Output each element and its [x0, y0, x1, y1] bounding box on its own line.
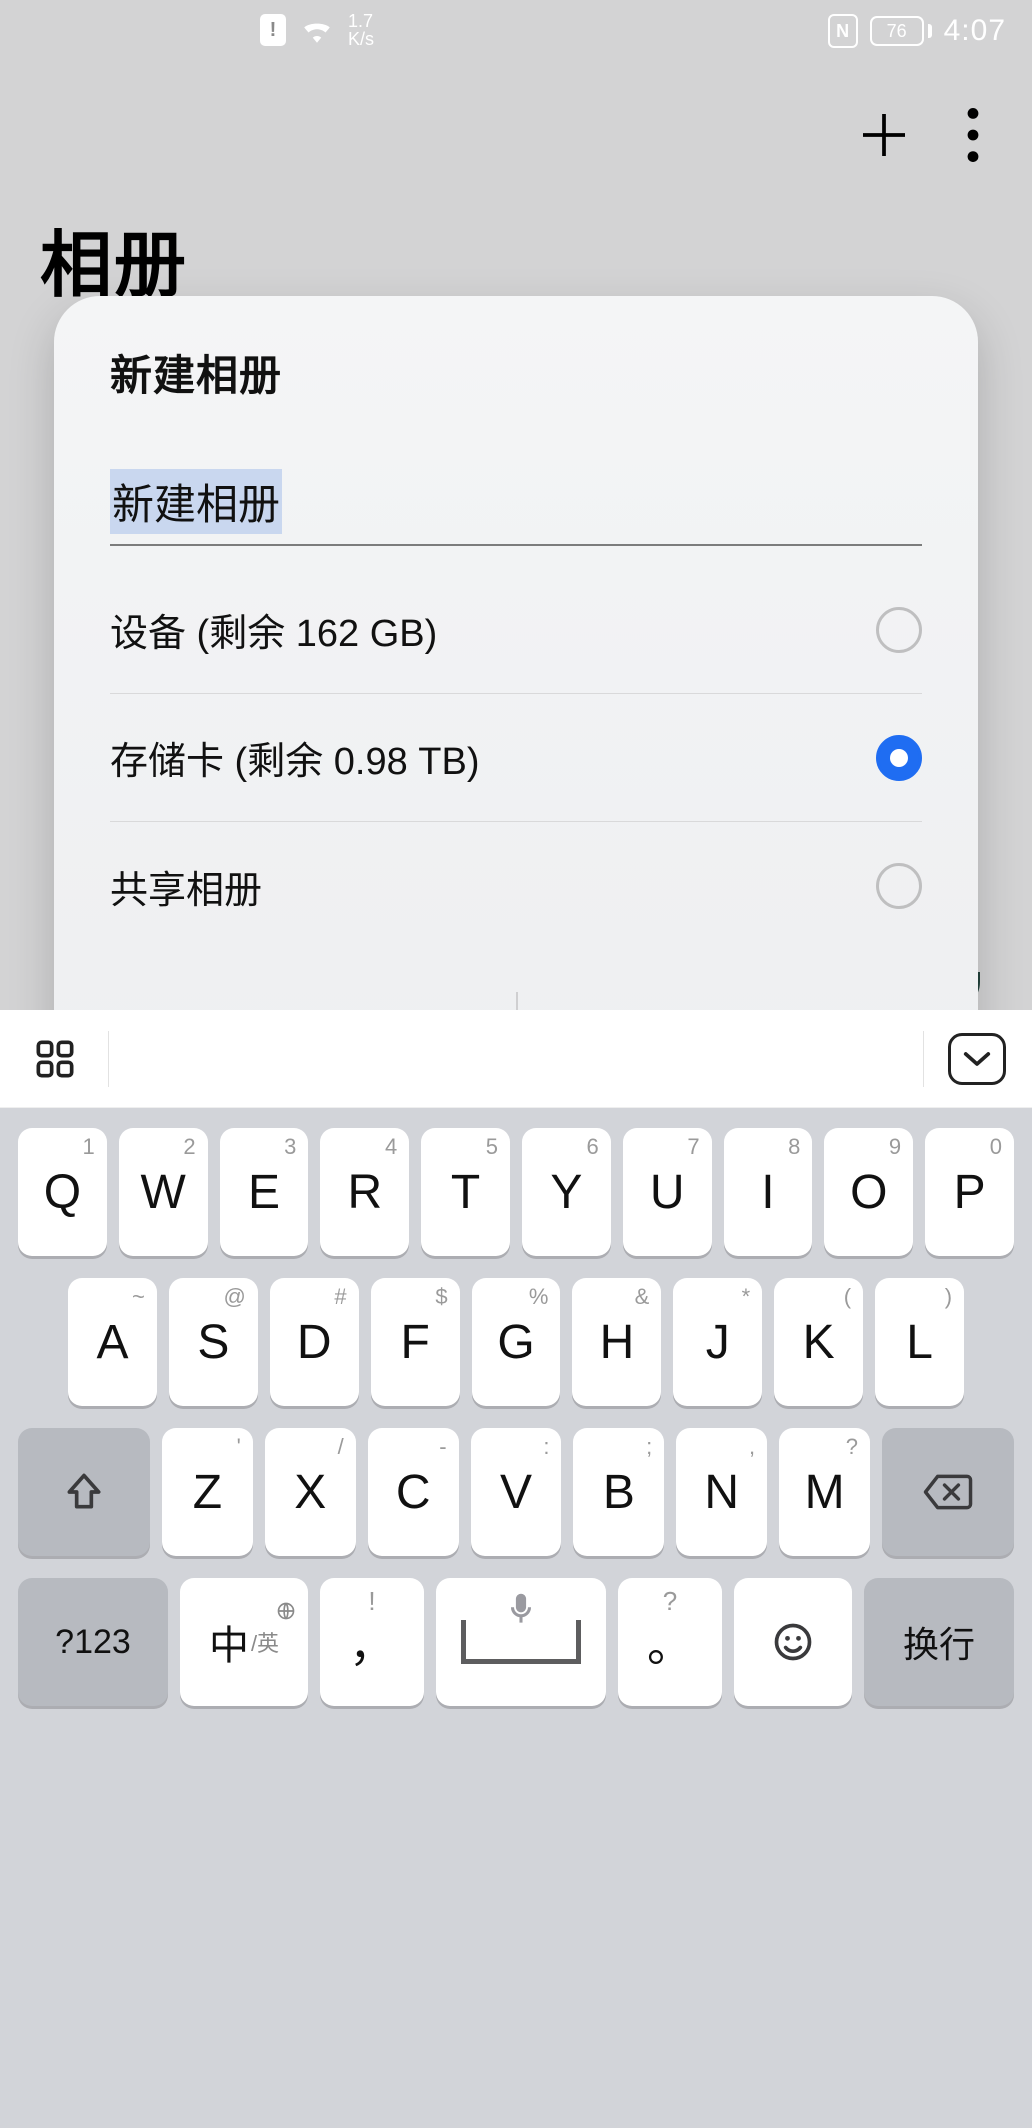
key-g[interactable]: %G: [472, 1278, 561, 1406]
key-h[interactable]: &H: [572, 1278, 661, 1406]
radio-checked-icon[interactable]: [876, 735, 922, 781]
symbols-mode-key[interactable]: ?123: [18, 1578, 168, 1706]
key-w[interactable]: 2W: [119, 1128, 208, 1256]
status-bar: ! 1.7K/s N 76 4:07: [0, 0, 1032, 64]
soft-keyboard: 1Q2W3E4R5T6Y7U8I9O0P ~A@S#D$F%G&H*J(K)L …: [0, 1010, 1032, 2128]
key-y[interactable]: 6Y: [522, 1128, 611, 1256]
key-b[interactable]: ;B: [573, 1428, 664, 1556]
radio-unchecked-icon[interactable]: [876, 607, 922, 653]
comma-key[interactable]: ! ，: [320, 1578, 424, 1706]
key-d[interactable]: #D: [270, 1278, 359, 1406]
backspace-key[interactable]: [882, 1428, 1014, 1556]
key-o[interactable]: 9O: [824, 1128, 913, 1256]
key-l[interactable]: )L: [875, 1278, 964, 1406]
option-label: 存储卡 (剩余 0.98 TB): [110, 730, 480, 785]
app-header: 相册: [0, 90, 1032, 311]
enter-key[interactable]: 换行: [864, 1578, 1014, 1706]
key-z[interactable]: 'Z: [162, 1428, 253, 1556]
key-n[interactable]: ,N: [676, 1428, 767, 1556]
space-key[interactable]: [436, 1578, 606, 1706]
album-name-field[interactable]: 新建相册: [110, 469, 922, 546]
key-k[interactable]: (K: [774, 1278, 863, 1406]
emoji-key[interactable]: [734, 1578, 852, 1706]
keyboard-toolbar: [0, 1010, 1032, 1108]
option-sd-card[interactable]: 存储卡 (剩余 0.98 TB): [110, 694, 922, 822]
key-p[interactable]: 0P: [925, 1128, 1014, 1256]
network-speed: 1.7K/s: [348, 12, 374, 48]
sim-alert-icon: !: [260, 14, 286, 46]
globe-icon: [276, 1586, 296, 1631]
add-icon[interactable]: [856, 107, 912, 163]
key-v[interactable]: :V: [471, 1428, 562, 1556]
dialog-title: 新建相册: [110, 342, 922, 403]
collapse-keyboard-icon[interactable]: [948, 1030, 1006, 1088]
key-m[interactable]: ?M: [779, 1428, 870, 1556]
wifi-icon: [300, 17, 334, 43]
shift-key[interactable]: [18, 1428, 150, 1556]
option-label: 共享相册: [110, 859, 262, 914]
option-device-storage[interactable]: 设备 (剩余 162 GB): [110, 566, 922, 694]
key-e[interactable]: 3E: [220, 1128, 309, 1256]
key-t[interactable]: 5T: [421, 1128, 510, 1256]
new-album-dialog: 新建相册 新建相册 设备 (剩余 162 GB) 存储卡 (剩余 0.98 TB…: [54, 296, 978, 1092]
key-c[interactable]: -C: [368, 1428, 459, 1556]
key-f[interactable]: $F: [371, 1278, 460, 1406]
radio-unchecked-icon[interactable]: [876, 863, 922, 909]
clock: 4:07: [944, 14, 1006, 48]
key-i[interactable]: 8I: [724, 1128, 813, 1256]
key-j[interactable]: *J: [673, 1278, 762, 1406]
battery-indicator: 76: [870, 16, 932, 46]
key-a[interactable]: ~A: [68, 1278, 157, 1406]
key-q[interactable]: 1Q: [18, 1128, 107, 1256]
toolbar-divider: [923, 1031, 924, 1087]
album-name-input-text[interactable]: 新建相册: [110, 469, 282, 534]
apps-grid-icon[interactable]: [26, 1030, 84, 1088]
storage-options: 设备 (剩余 162 GB) 存储卡 (剩余 0.98 TB) 共享相册: [110, 566, 922, 950]
period-key[interactable]: ? 。: [618, 1578, 722, 1706]
key-u[interactable]: 7U: [623, 1128, 712, 1256]
more-icon[interactable]: [966, 108, 980, 162]
key-r[interactable]: 4R: [320, 1128, 409, 1256]
nfc-icon: N: [828, 14, 858, 48]
option-label: 设备 (剩余 162 GB): [110, 602, 437, 657]
toolbar-divider: [108, 1031, 109, 1087]
key-s[interactable]: @S: [169, 1278, 258, 1406]
option-shared-album[interactable]: 共享相册: [110, 822, 922, 950]
key-x[interactable]: /X: [265, 1428, 356, 1556]
language-switch-key[interactable]: 中/英: [180, 1578, 308, 1706]
